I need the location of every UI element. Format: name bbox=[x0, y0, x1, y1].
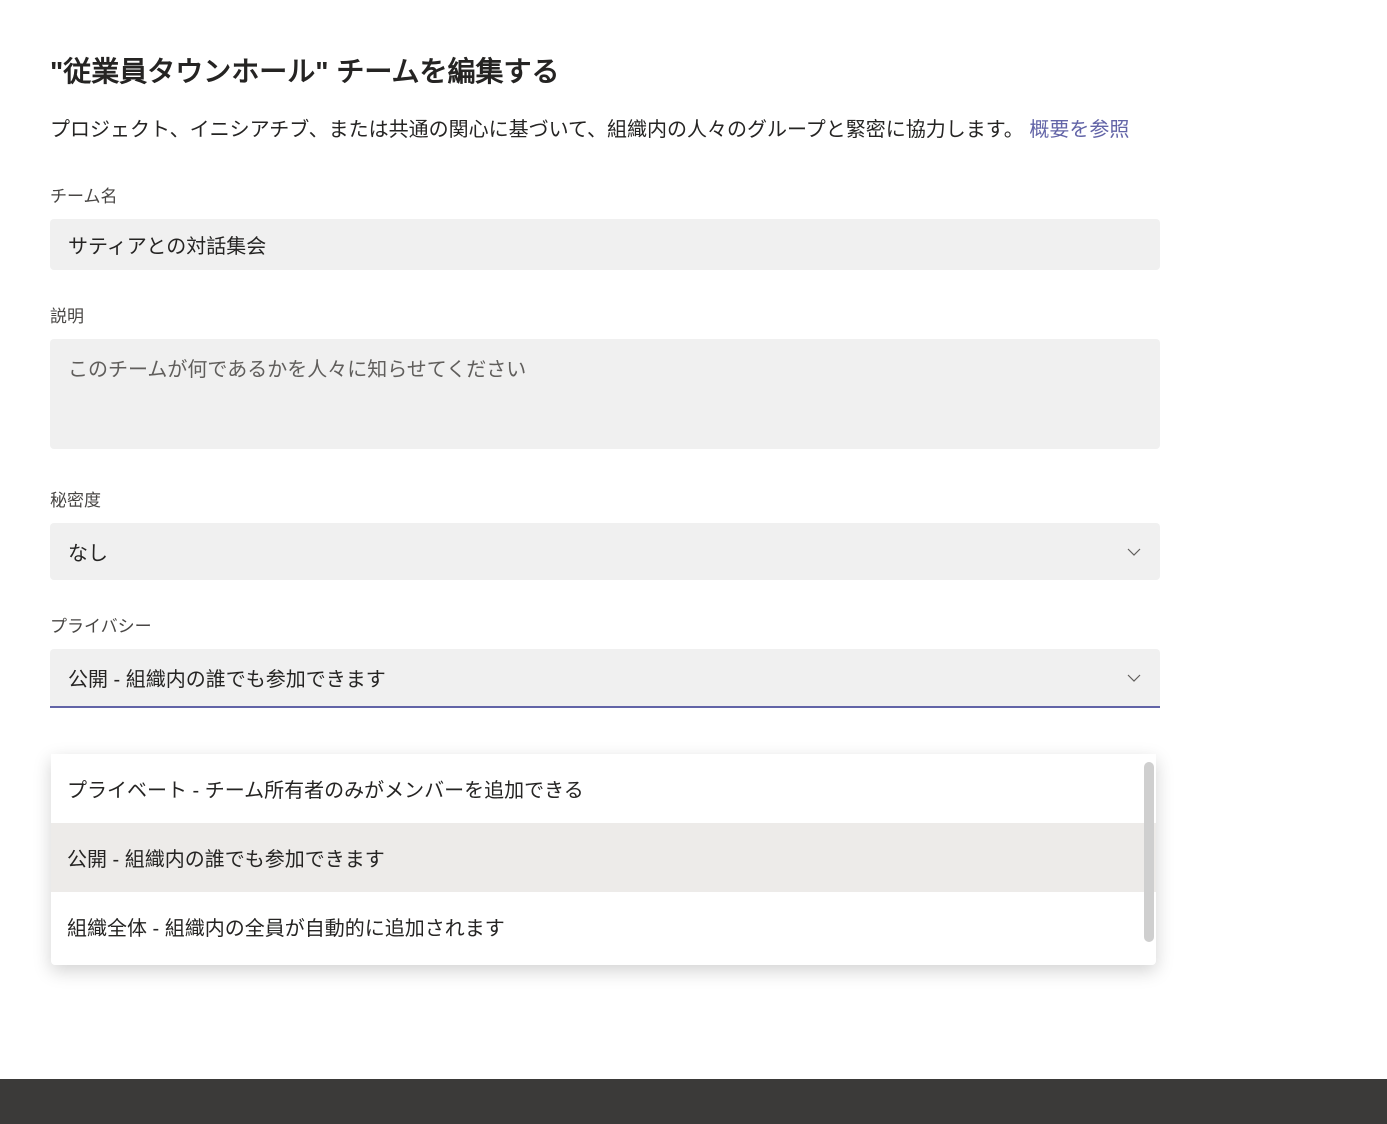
privacy-option-orgwide[interactable]: 組織全体 - 組織内の全員が自動的に追加されます bbox=[51, 892, 1156, 961]
sensitivity-label: 秘密度 bbox=[50, 486, 1160, 511]
team-name-input[interactable] bbox=[50, 219, 1160, 270]
chevron-down-icon bbox=[1126, 670, 1142, 686]
bottom-bar bbox=[0, 1079, 1387, 1124]
overview-link[interactable]: 概要を参照 bbox=[1029, 119, 1129, 141]
dialog-title: "従業員タウンホール" チームを編集する bbox=[50, 50, 1160, 90]
sensitivity-value: なし bbox=[68, 537, 108, 566]
description-input[interactable] bbox=[50, 339, 1160, 449]
sensitivity-select[interactable]: なし bbox=[50, 523, 1160, 580]
team-name-label: チーム名 bbox=[50, 182, 1160, 207]
privacy-select[interactable]: 公開 - 組織内の誰でも参加できます bbox=[50, 649, 1160, 708]
privacy-option-public[interactable]: 公開 - 組織内の誰でも参加できます bbox=[51, 823, 1156, 892]
dialog-subtitle: プロジェクト、イニシアチブ、または共通の関心に基づいて、組織内の人々のグループと… bbox=[50, 114, 1160, 146]
team-name-field: チーム名 bbox=[50, 182, 1160, 270]
privacy-option-private[interactable]: プライベート - チーム所有者のみがメンバーを追加できる bbox=[51, 754, 1156, 823]
chevron-down-icon bbox=[1126, 544, 1142, 560]
description-label: 説明 bbox=[50, 302, 1160, 327]
privacy-field: プライバシー 公開 - 組織内の誰でも参加できます bbox=[50, 612, 1160, 708]
edit-team-dialog: "従業員タウンホール" チームを編集する プロジェクト、イニシアチブ、または共通… bbox=[0, 0, 1210, 708]
description-field: 説明 bbox=[50, 302, 1160, 454]
sensitivity-field: 秘密度 なし bbox=[50, 486, 1160, 580]
subtitle-text: プロジェクト、イニシアチブ、または共通の関心に基づいて、組織内の人々のグループと… bbox=[50, 119, 1029, 141]
privacy-dropdown: プライベート - チーム所有者のみがメンバーを追加できる 公開 - 組織内の誰で… bbox=[51, 754, 1156, 965]
privacy-label: プライバシー bbox=[50, 612, 1160, 637]
privacy-value: 公開 - 組織内の誰でも参加できます bbox=[68, 663, 386, 692]
scrollbar[interactable] bbox=[1144, 762, 1154, 942]
